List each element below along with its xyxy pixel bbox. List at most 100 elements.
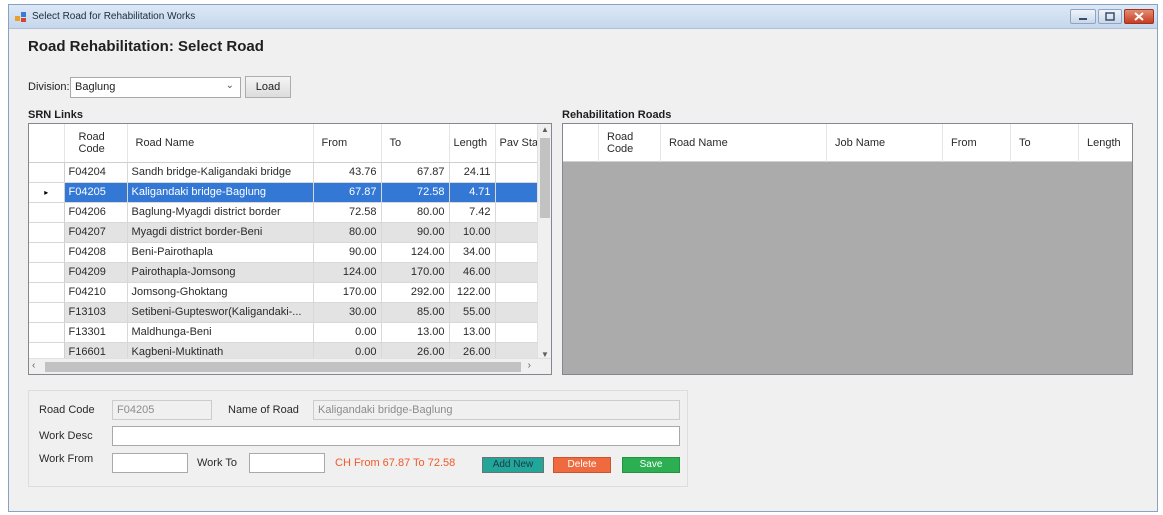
- cell-length[interactable]: 10.00: [449, 222, 496, 243]
- cell-road-name[interactable]: Sandh bridge-Kaligandaki bridge: [127, 162, 314, 183]
- cell-road-code[interactable]: F04204: [64, 162, 128, 183]
- cell-from[interactable]: 43.76: [313, 162, 382, 183]
- table-row-selected[interactable]: ▸ F04205 Kaligandaki bridge-Baglung 67.8…: [29, 182, 540, 203]
- work-desc-field[interactable]: [112, 426, 680, 446]
- load-button[interactable]: Load: [245, 76, 291, 98]
- cell-pav-sta[interactable]: [495, 282, 540, 303]
- table-row[interactable]: F04204 Sandh bridge-Kaligandaki bridge 4…: [29, 162, 540, 183]
- delete-button[interactable]: Delete: [553, 457, 611, 473]
- cell-road-name[interactable]: Pairothapla-Jomsong: [127, 262, 314, 283]
- table-row[interactable]: F04209 Pairothapla-Jomsong 124.00 170.00…: [29, 262, 540, 283]
- table-row[interactable]: F13301 Maldhunga-Beni 0.00 13.00 13.00: [29, 322, 540, 343]
- cell-road-code[interactable]: F04206: [64, 202, 128, 223]
- col-road-name[interactable]: Road Name: [127, 124, 314, 163]
- table-row[interactable]: F04206 Baglung-Myagdi district border 72…: [29, 202, 540, 223]
- add-new-button[interactable]: Add New: [482, 457, 544, 473]
- row-header[interactable]: [29, 242, 65, 263]
- col-from[interactable]: From: [313, 124, 382, 163]
- table-row[interactable]: F04207 Myagdi district border-Beni 80.00…: [29, 222, 540, 243]
- cell-to[interactable]: 67.87: [381, 162, 450, 183]
- horizontal-scroll-thumb[interactable]: [45, 362, 521, 372]
- col-to[interactable]: To: [1011, 124, 1079, 162]
- cell-road-name[interactable]: Maldhunga-Beni: [127, 322, 314, 343]
- cell-road-code[interactable]: F04207: [64, 222, 128, 243]
- maximize-button[interactable]: [1098, 9, 1122, 24]
- cell-from[interactable]: 72.58: [313, 202, 382, 223]
- horizontal-scrollbar[interactable]: ‹ ›: [29, 358, 551, 374]
- row-header[interactable]: [29, 162, 65, 183]
- cell-from[interactable]: 67.87: [313, 182, 382, 203]
- vertical-scroll-thumb[interactable]: [540, 138, 550, 218]
- cell-road-name[interactable]: Beni-Pairothapla: [127, 242, 314, 263]
- cell-to[interactable]: 13.00: [381, 322, 450, 343]
- cell-road-code[interactable]: F13301: [64, 322, 128, 343]
- close-button[interactable]: [1124, 9, 1154, 24]
- col-length[interactable]: Length: [1079, 124, 1132, 162]
- cell-to[interactable]: 170.00: [381, 262, 450, 283]
- vertical-scrollbar[interactable]: ▲ ▼: [537, 124, 551, 360]
- road-name-field[interactable]: Kaligandaki bridge-Baglung: [313, 400, 680, 420]
- cell-pav-sta[interactable]: [495, 242, 540, 263]
- cell-pav-sta[interactable]: [495, 222, 540, 243]
- cell-road-code[interactable]: F04210: [64, 282, 128, 303]
- row-header[interactable]: [29, 282, 65, 303]
- col-job-name[interactable]: Job Name: [827, 124, 943, 162]
- col-pav-sta[interactable]: Pav Sta: [495, 124, 540, 163]
- cell-road-name[interactable]: Jomsong-Ghoktang: [127, 282, 314, 303]
- cell-to[interactable]: 292.00: [381, 282, 450, 303]
- cell-road-name[interactable]: Setibeni-Gupteswor(Kaligandaki-...: [127, 302, 314, 323]
- cell-road-name[interactable]: Kaligandaki bridge-Baglung: [127, 182, 314, 203]
- cell-length[interactable]: 55.00: [449, 302, 496, 323]
- cell-length[interactable]: 7.42: [449, 202, 496, 223]
- col-road-code[interactable]: Road Code: [64, 124, 128, 163]
- row-header[interactable]: [29, 302, 65, 323]
- minimize-button[interactable]: [1070, 9, 1096, 24]
- cell-pav-sta[interactable]: [495, 302, 540, 323]
- cell-length[interactable]: 24.11: [449, 162, 496, 183]
- col-from[interactable]: From: [943, 124, 1011, 162]
- cell-road-code[interactable]: F04205: [64, 182, 128, 203]
- table-row[interactable]: F04208 Beni-Pairothapla 90.00 124.00 34.…: [29, 242, 540, 263]
- col-to[interactable]: To: [381, 124, 450, 163]
- col-length[interactable]: Length: [449, 124, 496, 163]
- scroll-right-icon[interactable]: ›: [528, 360, 531, 371]
- save-button[interactable]: Save: [622, 457, 680, 473]
- cell-to[interactable]: 85.00: [381, 302, 450, 323]
- cell-road-code[interactable]: F04208: [64, 242, 128, 263]
- cell-pav-sta[interactable]: [495, 162, 540, 183]
- col-road-code[interactable]: Road Code: [599, 124, 661, 162]
- cell-from[interactable]: 30.00: [313, 302, 382, 323]
- cell-to[interactable]: 72.58: [381, 182, 450, 203]
- division-select[interactable]: Baglung ⌄: [70, 77, 241, 98]
- col-road-name[interactable]: Road Name: [661, 124, 827, 162]
- scroll-up-icon[interactable]: ▲: [541, 125, 549, 134]
- work-to-field[interactable]: [249, 453, 325, 473]
- road-code-field[interactable]: F04205: [112, 400, 212, 420]
- row-header[interactable]: [29, 322, 65, 343]
- cell-length[interactable]: 4.71: [449, 182, 496, 203]
- row-header[interactable]: [29, 222, 65, 243]
- cell-to[interactable]: 90.00: [381, 222, 450, 243]
- scroll-left-icon[interactable]: ‹: [32, 360, 35, 371]
- srn-links-grid[interactable]: Road Code Road Name From To Length Pav S…: [28, 123, 552, 375]
- cell-road-code[interactable]: F13103: [64, 302, 128, 323]
- cell-pav-sta[interactable]: [495, 322, 540, 343]
- cell-length[interactable]: 46.00: [449, 262, 496, 283]
- cell-pav-sta[interactable]: [495, 202, 540, 223]
- cell-road-code[interactable]: F04209: [64, 262, 128, 283]
- table-row[interactable]: F13103 Setibeni-Gupteswor(Kaligandaki-..…: [29, 302, 540, 323]
- cell-from[interactable]: 0.00: [313, 322, 382, 343]
- title-bar[interactable]: Select Road for Rehabilitation Works: [9, 5, 1157, 29]
- cell-from[interactable]: 90.00: [313, 242, 382, 263]
- cell-length[interactable]: 122.00: [449, 282, 496, 303]
- table-row[interactable]: F04210 Jomsong-Ghoktang 170.00 292.00 12…: [29, 282, 540, 303]
- cell-from[interactable]: 170.00: [313, 282, 382, 303]
- current-row-icon[interactable]: ▸: [29, 182, 65, 203]
- cell-road-name[interactable]: Baglung-Myagdi district border: [127, 202, 314, 223]
- cell-to[interactable]: 124.00: [381, 242, 450, 263]
- cell-pav-sta[interactable]: [495, 262, 540, 283]
- cell-to[interactable]: 80.00: [381, 202, 450, 223]
- cell-pav-sta[interactable]: [495, 182, 540, 203]
- cell-from[interactable]: 124.00: [313, 262, 382, 283]
- cell-length[interactable]: 34.00: [449, 242, 496, 263]
